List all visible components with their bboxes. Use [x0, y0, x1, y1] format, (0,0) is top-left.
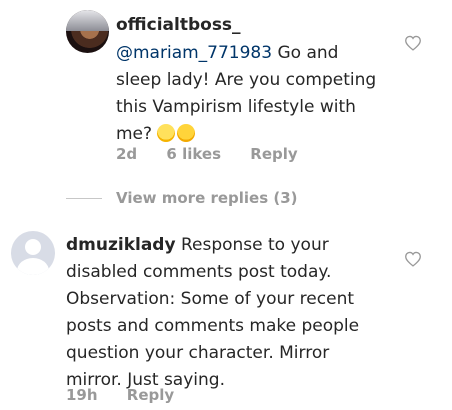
comment2-line5: question your character. Mirror	[66, 343, 330, 363]
comment1-line4: this Vampirism lifestyle with	[116, 97, 356, 117]
comment1-mention[interactable]: @mariam_771983	[116, 43, 272, 63]
view-more-divider	[66, 198, 102, 199]
comment1-reply-button[interactable]: Reply	[250, 145, 297, 163]
comment2-line4: posts and comments make people	[66, 316, 360, 336]
comment1-line3: sleep lady! Are you competing	[116, 70, 377, 90]
heart-icon[interactable]	[404, 35, 422, 51]
comment2-username[interactable]: dmuziklady	[66, 235, 176, 255]
comment2-line3: Observation: Some of your recent	[66, 289, 355, 309]
comment2-time: 19h	[66, 386, 98, 404]
comment1-meta: 2d 6 likes Reply	[116, 145, 322, 163]
sleeping-face-emoji-icon	[157, 124, 176, 142]
comment2-text-start: Response to your	[180, 235, 329, 255]
comment1-time: 2d	[116, 145, 138, 163]
comment1-line1: officialtboss_	[116, 12, 241, 39]
comment1-line2: @mariam_771983 Go and	[116, 40, 338, 67]
avatar-dmuziklady[interactable]	[11, 231, 55, 275]
comment2-reply-button[interactable]: Reply	[127, 386, 174, 404]
comment2-line1: dmuziklady Response to your	[66, 232, 329, 259]
comment1-line5: me?	[116, 121, 197, 148]
comment2-meta: 19h Reply	[66, 386, 198, 404]
comment1-likes[interactable]: 6 likes	[166, 145, 221, 163]
comment1-text-end: me?	[116, 124, 153, 144]
sleepy-face-emoji-icon	[177, 124, 196, 142]
view-more-replies-button[interactable]: View more replies (3)	[116, 189, 298, 207]
heart-icon[interactable]	[404, 251, 422, 267]
comment1-username[interactable]: officialtboss_	[116, 15, 241, 35]
comment2-line2: disabled comments post today.	[66, 262, 332, 282]
comment1-text-start: Go and	[277, 43, 339, 63]
avatar-officialtboss[interactable]	[66, 10, 109, 53]
